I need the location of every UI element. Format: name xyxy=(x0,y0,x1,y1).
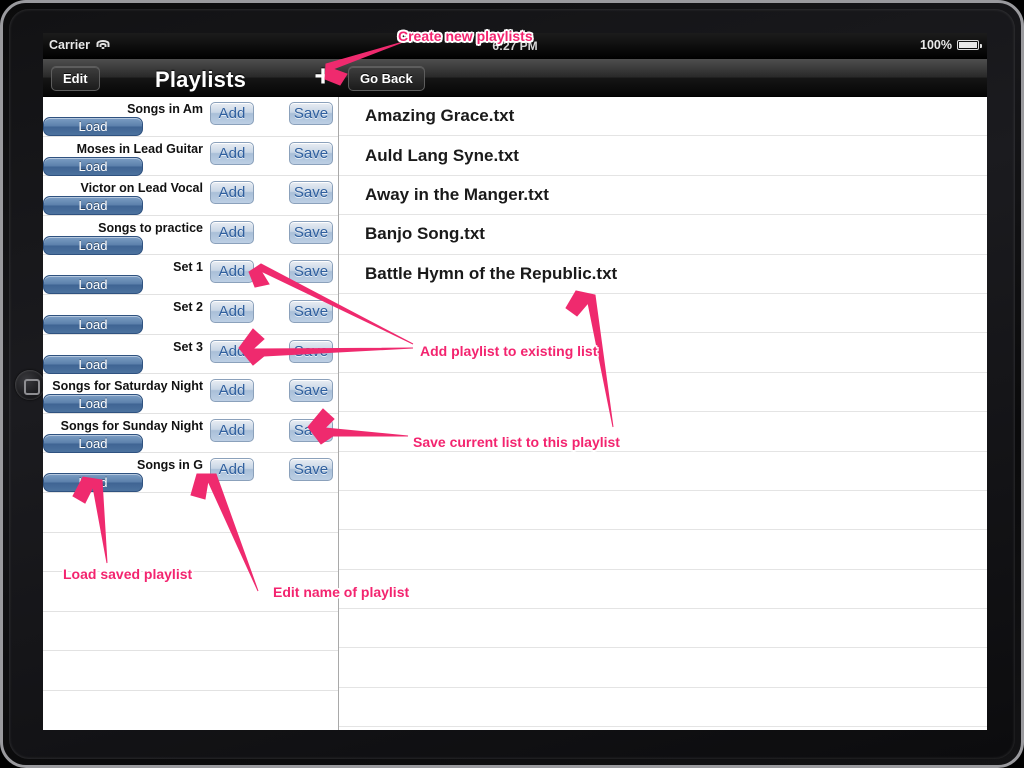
song-empty-row xyxy=(339,609,987,649)
song-empty-row xyxy=(339,333,987,373)
playlist-row[interactable]: Songs for Saturday Night Add Save Load xyxy=(43,374,338,414)
add-playlist-plus-icon[interactable]: + xyxy=(309,62,337,92)
song-empty-row xyxy=(339,452,987,491)
split-view: Songs in Am Add Save Load Moses in Lead Guit… xyxy=(43,97,987,730)
load-playlist-button[interactable]: Load xyxy=(43,275,143,295)
song-empty-row xyxy=(339,294,987,334)
navigation-bar: Edit Playlists + Go Back xyxy=(43,59,987,97)
playlists-pane: Songs in Am Add Save Load Moses in Lead Guit… xyxy=(43,97,339,730)
battery-percent-label: 100% xyxy=(920,38,952,52)
load-playlist-button[interactable]: Load xyxy=(43,473,143,493)
playlist-empty-row xyxy=(43,651,338,691)
playlist-empty-row xyxy=(43,493,338,533)
song-empty-row xyxy=(339,491,987,531)
playlist-name-field[interactable]: Set 1 xyxy=(173,260,203,274)
clock-label: 6:27 PM xyxy=(492,39,538,53)
page-title: Playlists xyxy=(155,67,247,92)
load-playlist-button[interactable]: Load xyxy=(43,314,143,334)
status-bar-right: 100% xyxy=(920,38,982,52)
playlist-row[interactable]: Set 3 Add Save Load xyxy=(43,335,338,375)
song-list-item[interactable]: Battle Hymn of the Republic.txt xyxy=(339,255,987,294)
playlist-name-field[interactable]: Songs for Sunday Night xyxy=(61,419,203,433)
device-screen: Carrier 6:27 PM 100% Edit Playlists + Go… xyxy=(43,33,987,730)
playlist-empty-row xyxy=(43,572,338,612)
status-bar: Carrier 6:27 PM 100% xyxy=(43,33,987,59)
add-playlist-button[interactable]: Add xyxy=(210,339,254,363)
load-playlist-button[interactable]: Load xyxy=(43,354,143,374)
load-playlist-button[interactable]: Load xyxy=(43,156,143,176)
song-empty-row xyxy=(339,570,987,610)
playlist-name-field[interactable]: Victor on Lead Vocal xyxy=(81,181,204,195)
load-playlist-button[interactable]: Load xyxy=(43,196,143,216)
playlist-name-field[interactable]: Songs for Saturday Night xyxy=(52,379,203,393)
save-playlist-button[interactable]: Save xyxy=(289,339,333,363)
save-playlist-button[interactable]: Save xyxy=(289,260,333,284)
playlist-name-field[interactable]: Moses in Lead Guitar xyxy=(77,142,203,156)
add-playlist-button[interactable]: Add xyxy=(210,299,254,323)
song-empty-row xyxy=(339,648,987,688)
song-list-item[interactable]: Away in the Manger.txt xyxy=(339,176,987,216)
song-list-item[interactable]: Amazing Grace.txt xyxy=(339,97,987,137)
ipad-device-frame: Carrier 6:27 PM 100% Edit Playlists + Go… xyxy=(0,0,1024,768)
song-empty-row xyxy=(339,530,987,570)
add-playlist-button[interactable]: Add xyxy=(210,141,254,165)
playlist-row[interactable]: Songs to practice Add Save Load xyxy=(43,216,338,256)
song-empty-row xyxy=(339,373,987,413)
playlist-row[interactable]: Victor on Lead Vocal Add Save Load xyxy=(43,176,338,216)
playlist-name-field[interactable]: Set 3 xyxy=(173,340,203,354)
playlist-row[interactable]: Set 1 Add Save Load xyxy=(43,255,338,295)
playlist-row[interactable]: Set 2 Add Save Load xyxy=(43,295,338,335)
add-playlist-button[interactable]: Add xyxy=(210,418,254,442)
add-playlist-button[interactable]: Add xyxy=(210,181,254,205)
save-playlist-button[interactable]: Save xyxy=(289,379,333,403)
playlist-name-field[interactable]: Songs in G xyxy=(137,458,203,472)
add-playlist-button[interactable]: Add xyxy=(210,260,254,284)
playlist-empty-row xyxy=(43,691,338,730)
save-playlist-button[interactable]: Save xyxy=(289,141,333,165)
playlist-row[interactable]: Songs for Sunday Night Add Save Load xyxy=(43,414,338,454)
load-playlist-button[interactable]: Load xyxy=(43,433,143,453)
load-playlist-button[interactable]: Load xyxy=(43,235,143,255)
go-back-button[interactable]: Go Back xyxy=(348,66,425,91)
add-playlist-button[interactable]: Add xyxy=(210,102,254,125)
playlist-name-field[interactable]: Songs in Am xyxy=(127,102,203,116)
home-button[interactable] xyxy=(15,370,45,400)
add-playlist-button[interactable]: Add xyxy=(210,220,254,244)
add-playlist-button[interactable]: Add xyxy=(210,379,254,403)
save-playlist-button[interactable]: Save xyxy=(289,418,333,442)
song-empty-row xyxy=(339,412,987,452)
save-playlist-button[interactable]: Save xyxy=(289,458,333,482)
playlist-row[interactable]: Moses in Lead Guitar Add Save Load xyxy=(43,137,338,177)
playlist-name-field[interactable]: Set 2 xyxy=(173,300,203,314)
add-playlist-button[interactable]: Add xyxy=(210,458,254,482)
playlist-row[interactable]: Songs in G Add Save Load xyxy=(43,453,338,493)
song-list-item[interactable]: Auld Lang Syne.txt xyxy=(339,136,987,176)
songs-pane: Amazing Grace.txt Auld Lang Syne.txt Away … xyxy=(339,97,987,730)
save-playlist-button[interactable]: Save xyxy=(289,102,333,125)
save-playlist-button[interactable]: Save xyxy=(289,299,333,323)
save-playlist-button[interactable]: Save xyxy=(289,220,333,244)
song-list-item[interactable]: Banjo Song.txt xyxy=(339,215,987,255)
playlist-empty-row xyxy=(43,533,338,573)
playlist-empty-row xyxy=(43,612,338,652)
load-playlist-button[interactable]: Load xyxy=(43,394,143,414)
song-empty-row xyxy=(339,688,987,728)
playlist-row[interactable]: Songs in Am Add Save Load xyxy=(43,97,338,137)
playlist-name-field[interactable]: Songs to practice xyxy=(98,221,203,235)
battery-icon xyxy=(957,40,982,50)
load-playlist-button[interactable]: Load xyxy=(43,117,143,136)
save-playlist-button[interactable]: Save xyxy=(289,181,333,205)
